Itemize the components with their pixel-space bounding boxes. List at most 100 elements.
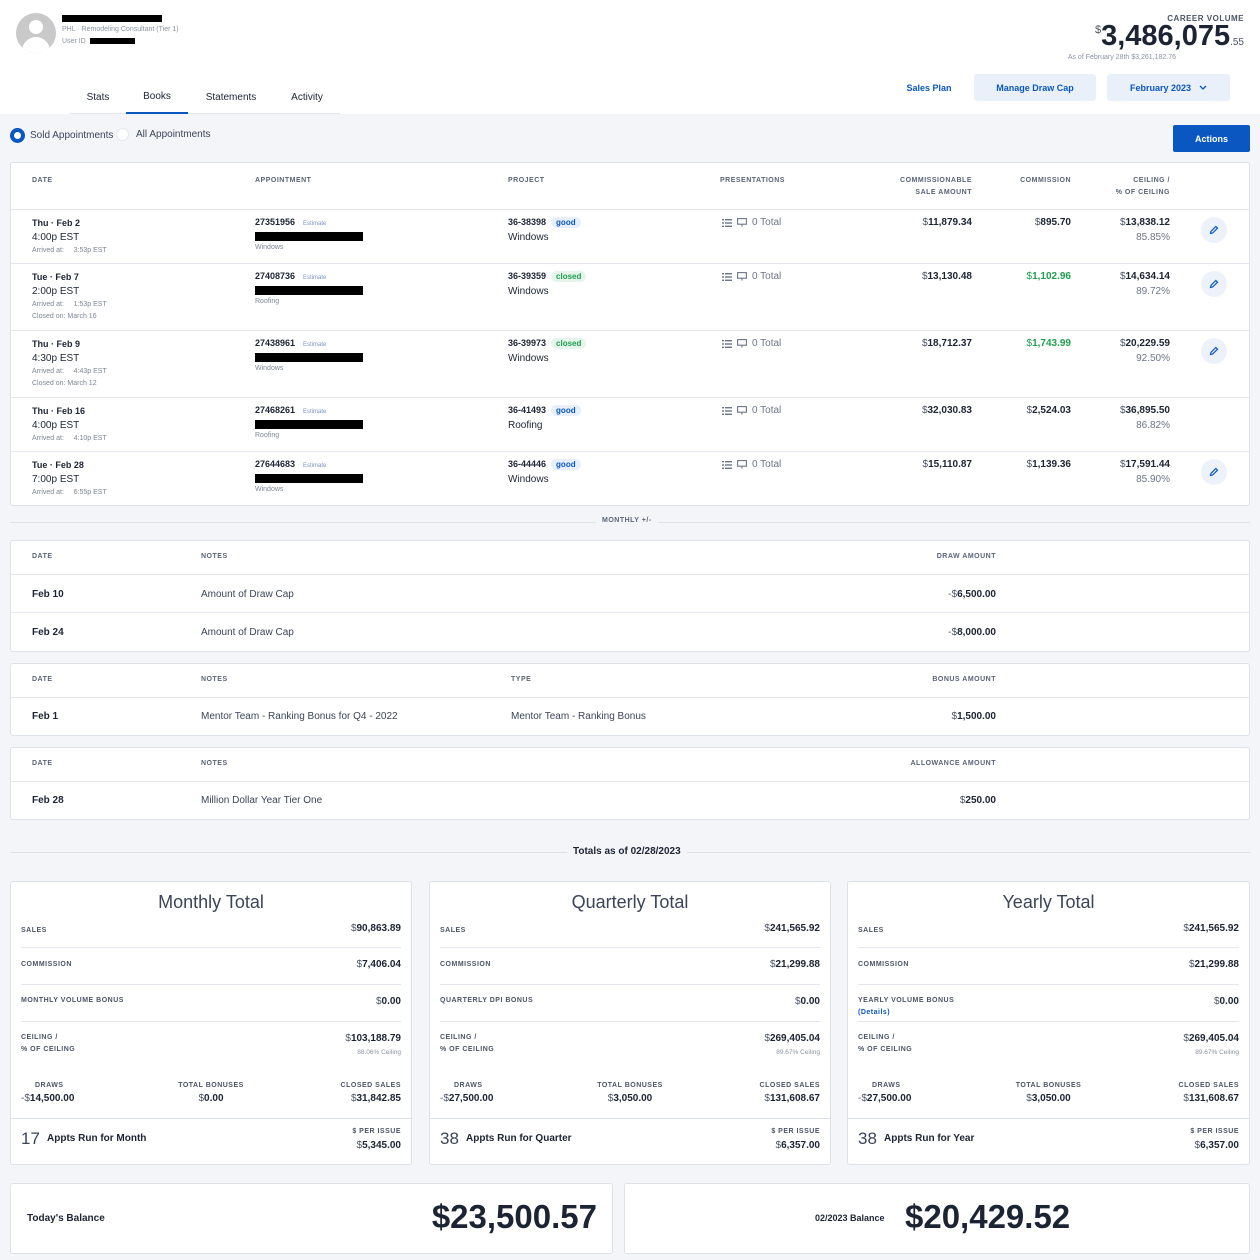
commission-value: $21,299.88 [1188, 959, 1239, 970]
table-row[interactable]: Thu · Feb 16 4:00p EST Arrived at: 4:10p… [11, 397, 1249, 451]
appointment-type: Roofing [255, 432, 280, 439]
ceiling-percent: 89.67% Ceiling [776, 1049, 820, 1056]
pencil-icon [1209, 346, 1219, 356]
user-subtitle: PHL · Remodeling Consultant (Tier 1) [62, 26, 179, 33]
presentations-cell[interactable]: 0 Total [722, 338, 781, 349]
totals-card: Monthly Total SALES $90,863.89 COMMISSIO… [10, 881, 412, 1165]
presentations-cell[interactable]: 0 Total [722, 405, 781, 416]
sold-appointments-radio[interactable]: Sold Appointments [10, 128, 113, 143]
ceiling-percent: 89.72% [1136, 286, 1170, 297]
row-time: 7:00p EST [32, 474, 80, 485]
project-type: Roofing [508, 420, 543, 431]
project-id[interactable]: 36-39359 closed [508, 271, 587, 282]
todays-balance-label: Today's Balance [27, 1213, 105, 1224]
col-commissionable: COMMISSIONABLE SALE AMOUNT [900, 177, 972, 196]
manage-draw-cap-button[interactable]: Manage Draw Cap [974, 74, 1096, 101]
totals-card: Quarterly Total SALES $241,565.92 COMMIS… [429, 881, 831, 1165]
table-row[interactable]: Thu · Feb 2 4:00p EST Arrived at: 3:53p … [11, 209, 1249, 263]
redacted-customer [255, 232, 363, 241]
edit-button[interactable] [1201, 271, 1227, 297]
appointment-id[interactable]: 27644683 Estimate [255, 459, 326, 469]
estimate-tag: Estimate [303, 342, 327, 348]
allowances-table: DATE NOTES ALLOWANCE AMOUNT Feb 28 Milli… [10, 747, 1250, 820]
project-id[interactable]: 36-44446 good [508, 459, 581, 470]
tab-statements[interactable]: Statements [188, 80, 274, 114]
edit-button[interactable] [1201, 217, 1227, 243]
commission-amount: $1,102.96 [1026, 271, 1072, 282]
period-select[interactable]: February 2023 [1107, 74, 1230, 101]
draw-notes: Amount of Draw Cap [201, 589, 294, 600]
table-row[interactable]: Thu · Feb 9 4:30p EST Arrived at: 4:43p … [11, 330, 1249, 397]
presentation-icon [737, 339, 747, 348]
actions-button[interactable]: Actions [1173, 125, 1250, 152]
presentations-total: 0 Total [752, 217, 782, 228]
redacted-customer [255, 474, 363, 483]
presentations-cell[interactable]: 0 Total [722, 271, 781, 282]
ceiling-percent: 89.67% Ceiling [1195, 1049, 1239, 1056]
col-date: DATE [32, 553, 53, 560]
closed-sales-value: $131,608.67 [764, 1093, 820, 1104]
ceiling-amount: $14,634.14 [1119, 271, 1170, 282]
sales-value: $241,565.92 [764, 923, 820, 934]
presentations-total: 0 Total [752, 338, 782, 349]
bonus-amount: $1,500.00 [951, 711, 997, 722]
project-id[interactable]: 36-38398 good [508, 217, 581, 228]
col-bonus-amount: BONUS AMOUNT [932, 676, 996, 683]
row-arrived: Arrived at: 1:53p EST [32, 301, 107, 308]
row-time: 4:30p EST [32, 353, 80, 364]
project-id[interactable]: 36-41493 good [508, 405, 581, 416]
presentations-cell[interactable]: 0 Total [722, 459, 781, 470]
per-issue-value: $5,345.00 [356, 1140, 402, 1151]
presentations-cell[interactable]: 0 Total [722, 217, 781, 228]
redacted-customer [255, 286, 363, 295]
appointment-id[interactable]: 27408736 Estimate [255, 271, 326, 281]
per-issue-value: $6,357.00 [775, 1140, 821, 1151]
list-icon [722, 460, 732, 469]
appts-count: 17 [21, 1129, 40, 1148]
bonus-value: $0.00 [794, 996, 820, 1007]
appointment-id[interactable]: 27351956 Estimate [255, 217, 326, 227]
presentations-total: 0 Total [752, 271, 782, 282]
presentation-icon [737, 406, 747, 415]
sales-plan-button[interactable]: Sales Plan [894, 74, 964, 101]
row-arrived: Arrived at: 3:53p EST [32, 247, 107, 254]
closed-sales-label: CLOSED SALES [759, 1082, 820, 1089]
project-id[interactable]: 36-39973 closed [508, 338, 587, 349]
tab-activity[interactable]: Activity [274, 80, 340, 114]
sale-amount: $32,030.83 [921, 405, 972, 416]
todays-balance-value: $23,500.57 [431, 1198, 597, 1235]
ceiling-value: $269,405.04 [764, 1033, 820, 1044]
presentations-total: 0 Total [752, 405, 782, 416]
sales-label: SALES [440, 927, 466, 934]
ceiling-label: CEILING /% OF CEILING [858, 1034, 913, 1053]
edit-button[interactable] [1201, 338, 1227, 364]
appointment-id[interactable]: 27438961 Estimate [255, 338, 326, 348]
ceiling-label: CEILING /% OF CEILING [440, 1034, 495, 1053]
row-arrived: Arrived at: 4:43p EST [32, 368, 107, 375]
draws-table: DATE NOTES DRAW AMOUNT Feb 10 Amount of … [10, 540, 1250, 652]
ceiling-amount: $17,591.44 [1119, 459, 1170, 470]
tab-books[interactable]: Books [126, 80, 188, 114]
bonus-label: QUARTERLY DPI BONUS [440, 997, 534, 1004]
pencil-icon [1209, 279, 1219, 289]
totals-card: Yearly Total SALES $241,565.92 COMMISSIO… [847, 881, 1250, 1165]
radio-selected-icon [10, 128, 25, 143]
all-appointments-radio[interactable]: All Appointments [116, 128, 211, 141]
appointment-id[interactable]: 27468261 Estimate [255, 405, 326, 415]
bonus-date: Feb 1 [32, 711, 59, 722]
list-icon [722, 272, 732, 281]
estimate-tag: Estimate [303, 409, 327, 415]
sales-value: $241,565.92 [1183, 923, 1239, 934]
tab-stats[interactable]: Stats [70, 80, 126, 114]
sold-appointments-label: Sold Appointments [30, 130, 114, 141]
bonus-details-link[interactable]: (Details) [858, 1007, 890, 1019]
appointment-type: Windows [255, 244, 284, 251]
table-row[interactable]: Tue · Feb 7 2:00p EST Arrived at: 1:53p … [11, 263, 1249, 330]
avatar[interactable] [16, 13, 56, 53]
ceiling-amount: $20,229.59 [1119, 338, 1170, 349]
pencil-icon [1209, 225, 1219, 235]
edit-button[interactable] [1201, 459, 1227, 485]
table-row[interactable]: Tue · Feb 28 7:00p EST Arrived at: 6:55p… [11, 451, 1249, 505]
table-row: Feb 28 Million Dollar Year Tier One $250… [11, 781, 1249, 819]
ceiling-value: $269,405.04 [1183, 1033, 1239, 1044]
